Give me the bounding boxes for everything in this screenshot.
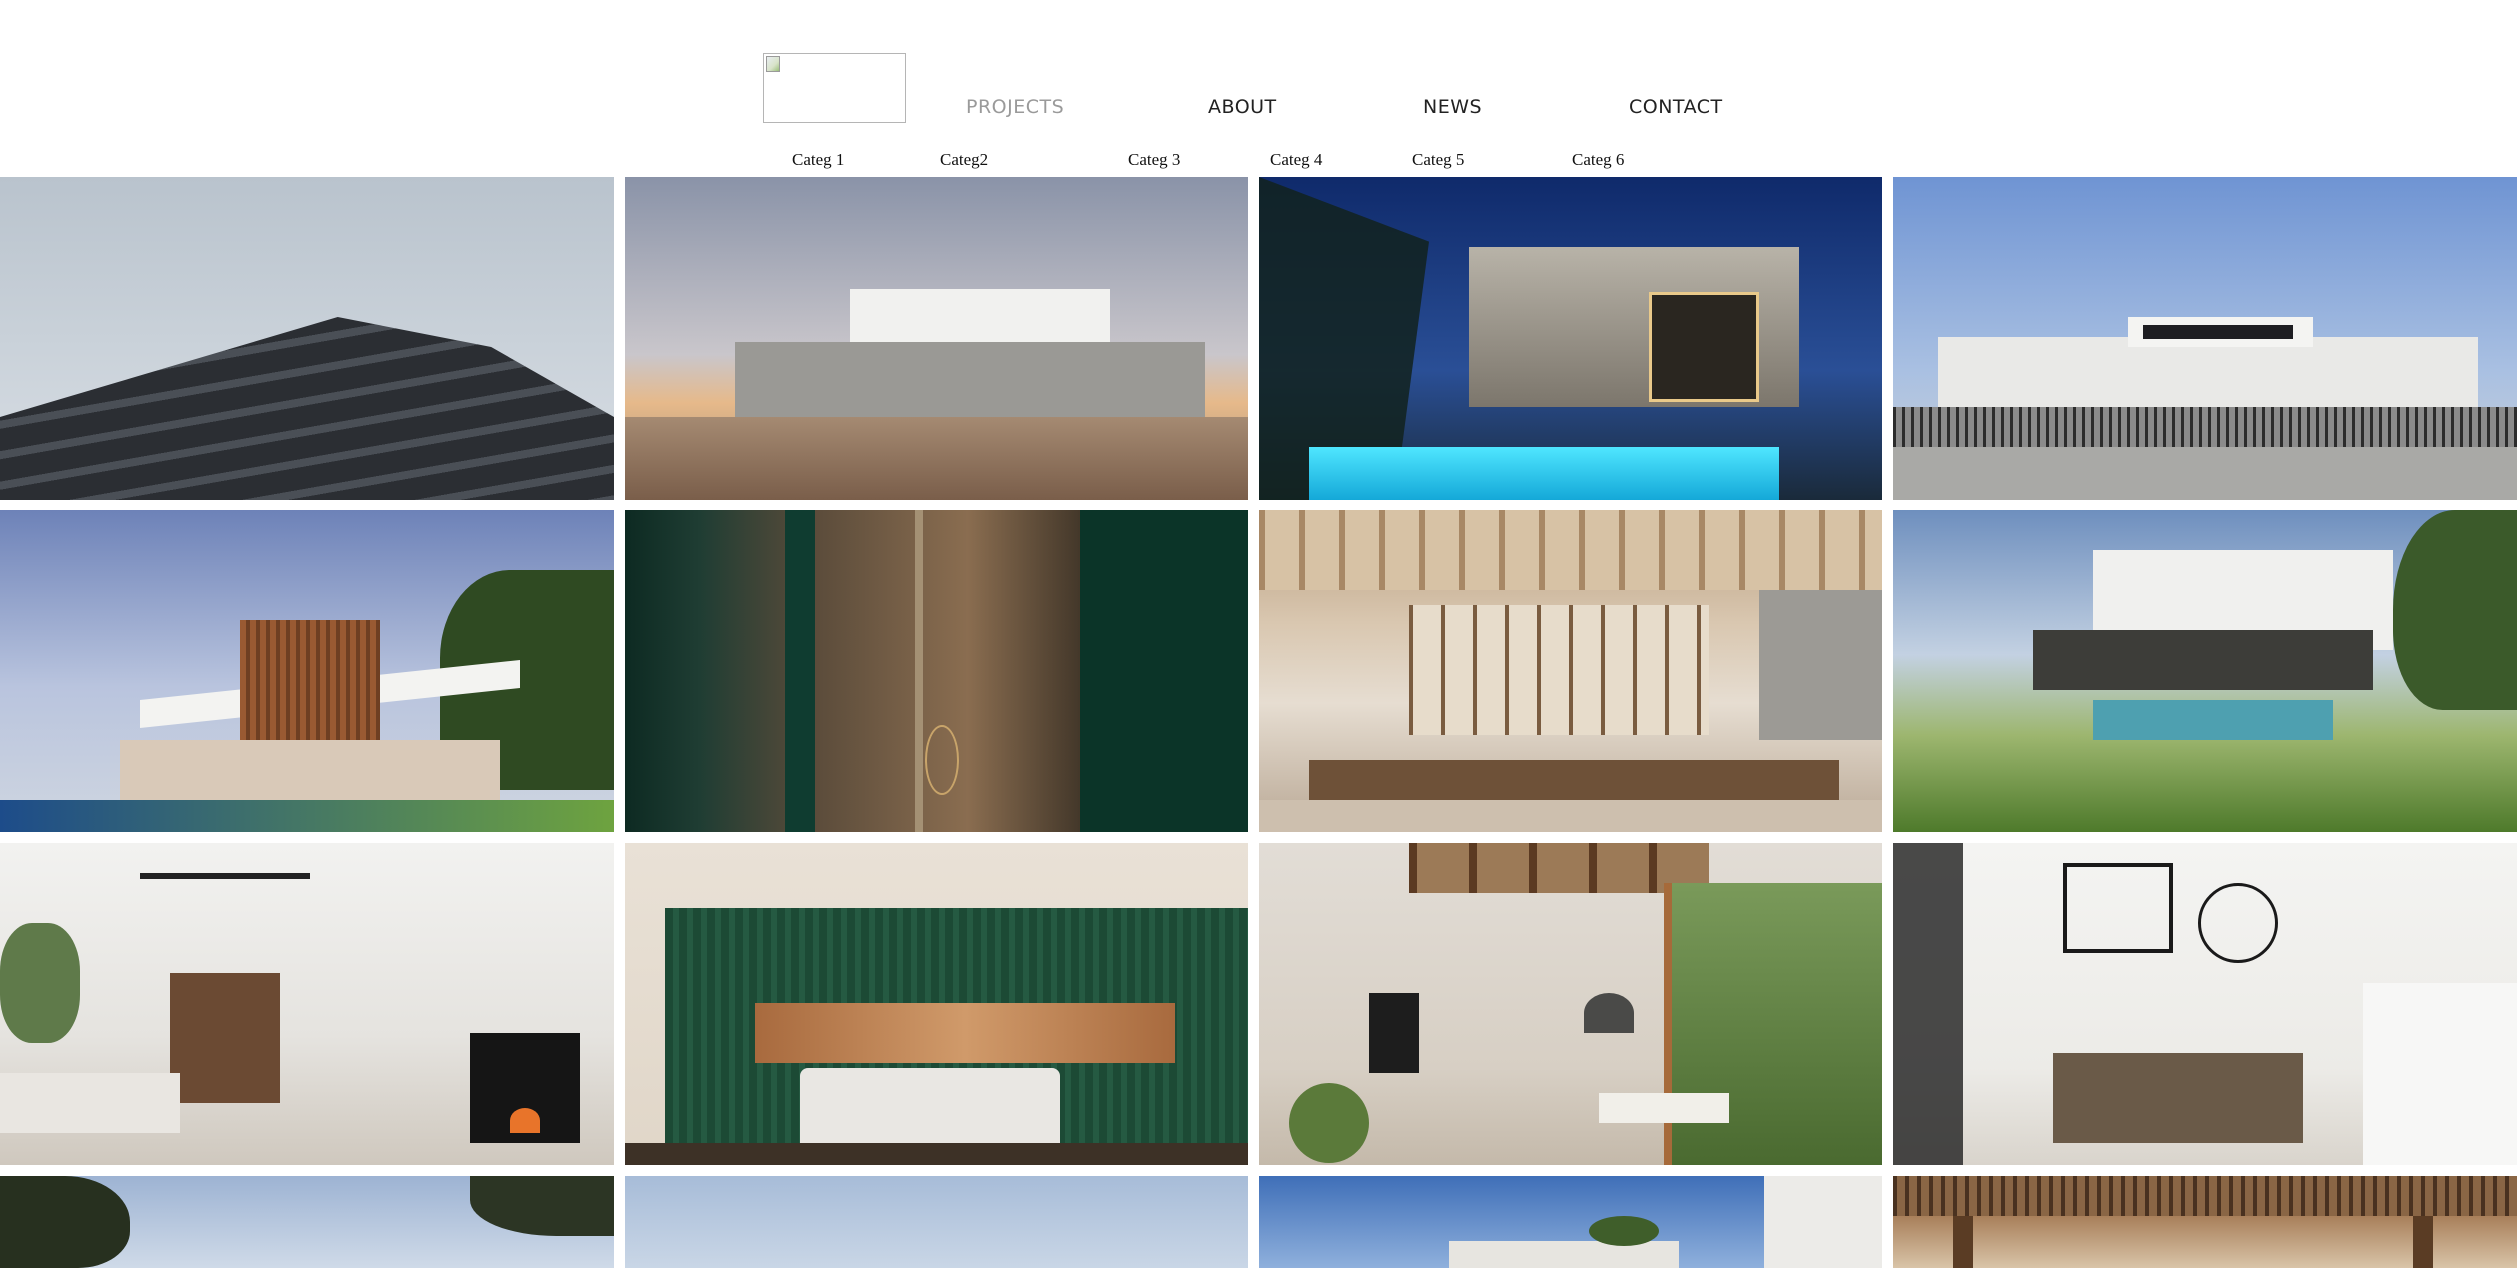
project-photo bbox=[1893, 510, 2517, 832]
project-tile-dark-facade[interactable] bbox=[0, 177, 614, 500]
broken-image-icon bbox=[766, 56, 780, 72]
logo[interactable] bbox=[763, 53, 906, 123]
project-photo bbox=[625, 177, 1248, 500]
project-photo bbox=[0, 510, 614, 832]
project-photo bbox=[0, 843, 614, 1165]
project-tile-lounge-fireplace[interactable] bbox=[1259, 843, 1882, 1165]
project-photo bbox=[1893, 1176, 2517, 1268]
project-tile-house-sky[interactable] bbox=[1259, 1176, 1882, 1268]
project-photo bbox=[1259, 843, 1882, 1165]
project-photo bbox=[1893, 843, 2517, 1165]
project-tile-green-bedroom[interactable] bbox=[625, 843, 1248, 1165]
project-photo bbox=[0, 1176, 614, 1268]
project-photo bbox=[625, 510, 1248, 832]
category-1[interactable]: Categ 1 bbox=[792, 150, 844, 170]
project-tile-cantilever-villa[interactable] bbox=[0, 510, 614, 832]
project-photo bbox=[0, 177, 614, 500]
project-tile-restaurant[interactable] bbox=[1259, 510, 1882, 832]
project-photo bbox=[1259, 510, 1882, 832]
project-tile-white-street-house[interactable] bbox=[1893, 177, 2517, 500]
category-2[interactable]: Categ2 bbox=[940, 150, 988, 170]
project-photo bbox=[1259, 1176, 1882, 1268]
project-tile-night-villa[interactable] bbox=[1259, 177, 1882, 500]
project-tile-green-door[interactable] bbox=[625, 510, 1248, 832]
project-tile-living-room[interactable] bbox=[0, 843, 614, 1165]
project-tile-double-height[interactable] bbox=[1893, 843, 2517, 1165]
nav-about[interactable]: ABOUT bbox=[1208, 96, 1277, 118]
project-tile-pergola[interactable] bbox=[1893, 1176, 2517, 1268]
nav-projects[interactable]: PROJECTS bbox=[966, 96, 1064, 118]
project-photo bbox=[625, 1176, 1248, 1268]
project-tile-concrete-dusk[interactable] bbox=[625, 177, 1248, 500]
project-tile-tree-sky[interactable] bbox=[0, 1176, 614, 1268]
category-6[interactable]: Categ 6 bbox=[1572, 150, 1624, 170]
category-5[interactable]: Categ 5 bbox=[1412, 150, 1464, 170]
category-3[interactable]: Categ 3 bbox=[1128, 150, 1180, 170]
project-photo bbox=[1259, 177, 1882, 500]
nav-contact[interactable]: CONTACT bbox=[1629, 96, 1723, 118]
project-tile-blue-sky[interactable] bbox=[625, 1176, 1248, 1268]
project-tile-villa-pool[interactable] bbox=[1893, 510, 2517, 832]
nav-news[interactable]: NEWS bbox=[1423, 96, 1482, 118]
project-photo bbox=[1893, 177, 2517, 500]
category-4[interactable]: Categ 4 bbox=[1270, 150, 1322, 170]
project-photo bbox=[625, 843, 1248, 1165]
